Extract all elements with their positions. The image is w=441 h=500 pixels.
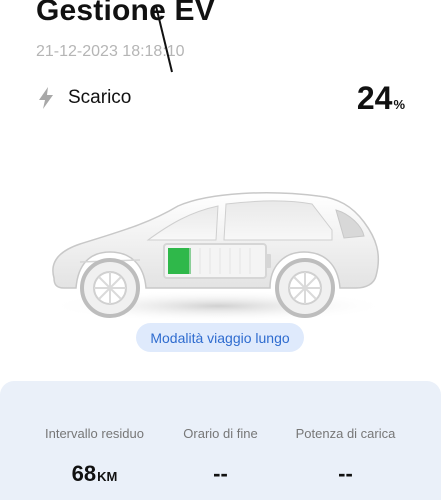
stat-value-unit: KM <box>97 469 118 484</box>
battery-percentage-value: 24 <box>356 80 393 116</box>
charging-stats-panel: Intervallo residuo 68KM Orario di fine -… <box>0 381 441 500</box>
charging-status-row: Scarico 24% <box>36 80 405 116</box>
wheel-rear <box>275 258 335 318</box>
stat-label: Potenza di carica <box>295 426 396 441</box>
vehicle-illustration <box>48 192 388 322</box>
page-title: Gestione EV <box>36 0 215 27</box>
last-update-timestamp: 21-12-2023 18:18:10 <box>36 43 185 60</box>
battery-fill <box>168 248 191 274</box>
stat-value: 68KM <box>21 461 168 487</box>
stat-label: Intervallo residuo <box>45 426 144 441</box>
stat-value-number: 68 <box>71 461 97 486</box>
battery-percentage: 24% <box>357 80 405 117</box>
charging-status-label: Scarico <box>68 87 132 108</box>
battery-gauge <box>163 243 271 279</box>
long-trip-mode-button[interactable]: Modalità viaggio lungo <box>136 323 304 352</box>
wheel-front <box>80 258 140 318</box>
battery-percentage-unit: % <box>393 97 405 112</box>
stat-value: -- <box>338 461 353 486</box>
lightning-icon <box>39 87 53 109</box>
